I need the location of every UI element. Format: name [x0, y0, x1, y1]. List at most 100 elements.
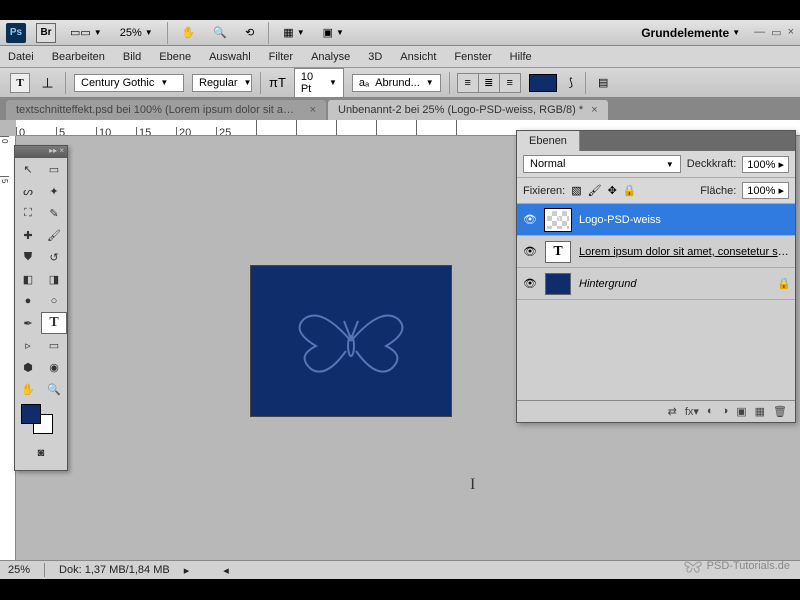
wand-tool[interactable]: ✦: [41, 180, 67, 202]
doc-tab-2[interactable]: Unbenannt-2 bei 25% (Logo-PSD-weiss, RGB…: [328, 100, 608, 120]
brush-tool[interactable]: 🖌: [41, 224, 67, 246]
stamp-tool[interactable]: ⛊: [15, 246, 41, 268]
arrange-dropdown[interactable]: ▦ ▼: [279, 24, 308, 41]
hand-tool-icon[interactable]: ✋: [178, 24, 200, 41]
layer-name[interactable]: Logo-PSD-weiss: [579, 214, 789, 226]
adjustment-layer-icon[interactable]: ◑: [722, 405, 729, 418]
zoom-dropdown[interactable]: 25% ▼: [116, 25, 157, 41]
3d-camera-tool[interactable]: ◉: [41, 356, 67, 378]
status-doc-info[interactable]: Dok: 1,37 MB/1,84 MB: [59, 564, 170, 576]
menu-bild[interactable]: Bild: [123, 51, 141, 63]
app-icon[interactable]: Ps: [6, 23, 26, 43]
blend-mode-select[interactable]: Normal▼: [523, 155, 681, 173]
align-center-button[interactable]: ≣: [478, 73, 500, 93]
align-right-button[interactable]: ≡: [499, 73, 521, 93]
menu-3d[interactable]: 3D: [368, 51, 382, 63]
color-swatches[interactable]: [15, 400, 67, 438]
new-layer-icon[interactable]: ▦: [755, 405, 765, 418]
layer-name[interactable]: Hintergrund: [579, 278, 769, 290]
menu-ebene[interactable]: Ebene: [159, 51, 191, 63]
link-layers-icon[interactable]: ⇄: [668, 405, 677, 418]
lock-position-icon[interactable]: ✥: [608, 184, 617, 197]
3d-tool[interactable]: ⬢: [15, 356, 41, 378]
opacity-input[interactable]: 100% ▸: [742, 156, 789, 173]
minimize-button[interactable]: —: [754, 26, 765, 39]
warp-text-button[interactable]: ⟆: [565, 74, 577, 91]
delete-layer-icon[interactable]: 🗑: [773, 405, 787, 418]
tools-panel[interactable]: ↖ ▭ ᔕ ✦ ⛶ ✎ ✚ 🖌 ⛊ ↺ ◧ ◨ ● ○ ✒ T ▹ ▭ ⬢ ◉ …: [14, 145, 68, 471]
layer-row[interactable]: 👁 T Lorem ipsum dolor sit amet, consetet…: [517, 236, 795, 268]
hand-tool[interactable]: ✋: [15, 378, 41, 400]
status-zoom[interactable]: 25%: [8, 564, 30, 576]
menu-auswahl[interactable]: Auswahl: [209, 51, 251, 63]
menu-fenster[interactable]: Fenster: [454, 51, 491, 63]
text-color-swatch[interactable]: [529, 74, 557, 92]
menu-datei[interactable]: Datei: [8, 51, 34, 63]
menu-filter[interactable]: Filter: [269, 51, 293, 63]
panel-grip[interactable]: [15, 146, 67, 158]
shape-tool[interactable]: ▭: [41, 334, 67, 356]
align-left-button[interactable]: ≡: [457, 73, 479, 93]
status-arrow-icon[interactable]: ▸: [184, 564, 190, 577]
fill-input[interactable]: 100% ▸: [742, 182, 789, 199]
layer-thumb[interactable]: T: [545, 241, 571, 263]
layers-tab[interactable]: Ebenen: [517, 131, 580, 151]
menu-hilfe[interactable]: Hilfe: [510, 51, 532, 63]
move-tool[interactable]: ↖: [15, 158, 41, 180]
menu-ansicht[interactable]: Ansicht: [400, 51, 436, 63]
menu-bearbeiten[interactable]: Bearbeiten: [52, 51, 105, 63]
layer-name[interactable]: Lorem ipsum dolor sit amet, consetetur s…: [579, 246, 789, 258]
close-button[interactable]: ×: [788, 26, 794, 39]
layer-thumb[interactable]: ⬨: [545, 209, 571, 231]
layer-fx-icon[interactable]: fx▾: [685, 405, 699, 418]
layout-dropdown[interactable]: ▭▭ ▼: [66, 24, 106, 41]
layer-row[interactable]: 👁 ⬨ Logo-PSD-weiss: [517, 204, 795, 236]
document-canvas[interactable]: [251, 266, 451, 416]
pen-tool[interactable]: ✒: [15, 312, 41, 334]
antialias-select[interactable]: aₐAbrund...▼: [352, 74, 441, 92]
layer-thumb[interactable]: [545, 273, 571, 295]
character-panel-button[interactable]: ▤: [594, 74, 612, 91]
close-tab-icon[interactable]: ×: [591, 104, 597, 116]
path-select-tool[interactable]: ▹: [15, 334, 41, 356]
layers-panel[interactable]: Ebenen Normal▼ Deckkraft: 100% ▸ Fixiere…: [516, 130, 796, 423]
restore-button[interactable]: ▭: [771, 26, 781, 39]
history-brush-tool[interactable]: ↺: [41, 246, 67, 268]
font-style-select[interactable]: Regular▼: [192, 74, 252, 92]
eraser-tool[interactable]: ◧: [15, 268, 41, 290]
lock-all-icon[interactable]: 🔒: [623, 184, 637, 197]
crop-tool[interactable]: ⛶: [15, 202, 41, 224]
menu-analyse[interactable]: Analyse: [311, 51, 350, 63]
screenmode-dropdown[interactable]: ▣ ▼: [319, 24, 348, 41]
visibility-icon[interactable]: 👁: [523, 213, 537, 227]
orientation-icon[interactable]: 丄: [38, 73, 57, 93]
scroll-left-icon[interactable]: ◂: [223, 564, 229, 577]
visibility-icon[interactable]: 👁: [523, 245, 537, 259]
foreground-color[interactable]: [21, 404, 41, 424]
font-size-select[interactable]: 10 Pt▼: [294, 68, 344, 98]
type-tool[interactable]: T: [41, 312, 67, 334]
close-tab-icon[interactable]: ×: [310, 104, 316, 116]
layer-row[interactable]: 👁 Hintergrund 🔒: [517, 268, 795, 300]
marquee-tool[interactable]: ▭: [41, 158, 67, 180]
heal-tool[interactable]: ✚: [15, 224, 41, 246]
visibility-icon[interactable]: 👁: [523, 277, 537, 291]
lasso-tool[interactable]: ᔕ: [15, 180, 41, 202]
eyedropper-tool[interactable]: ✎: [41, 202, 67, 224]
workspace-dropdown[interactable]: Grundelemente ▼: [637, 24, 744, 42]
rotate-view-icon[interactable]: ⟲: [241, 24, 258, 41]
font-family-select[interactable]: Century Gothic▼: [74, 74, 184, 92]
doc-tab-1[interactable]: textschnitteffekt.psd bei 100% (Lorem ip…: [6, 100, 326, 120]
gradient-tool[interactable]: ◨: [41, 268, 67, 290]
bridge-icon[interactable]: Br: [36, 23, 56, 43]
zoom-tool[interactable]: 🔍: [41, 378, 67, 400]
type-tool-indicator[interactable]: T: [10, 73, 30, 93]
dodge-tool[interactable]: ○: [41, 290, 67, 312]
layer-group-icon[interactable]: ▣: [736, 405, 746, 418]
lock-pixels-icon[interactable]: 🖌: [588, 184, 602, 197]
layer-mask-icon[interactable]: ◐: [707, 405, 714, 418]
quickmask-button[interactable]: ◙: [28, 442, 54, 464]
zoom-tool-icon[interactable]: 🔍: [209, 24, 231, 41]
lock-transparency-icon[interactable]: ▧: [571, 184, 581, 197]
blur-tool[interactable]: ●: [15, 290, 41, 312]
